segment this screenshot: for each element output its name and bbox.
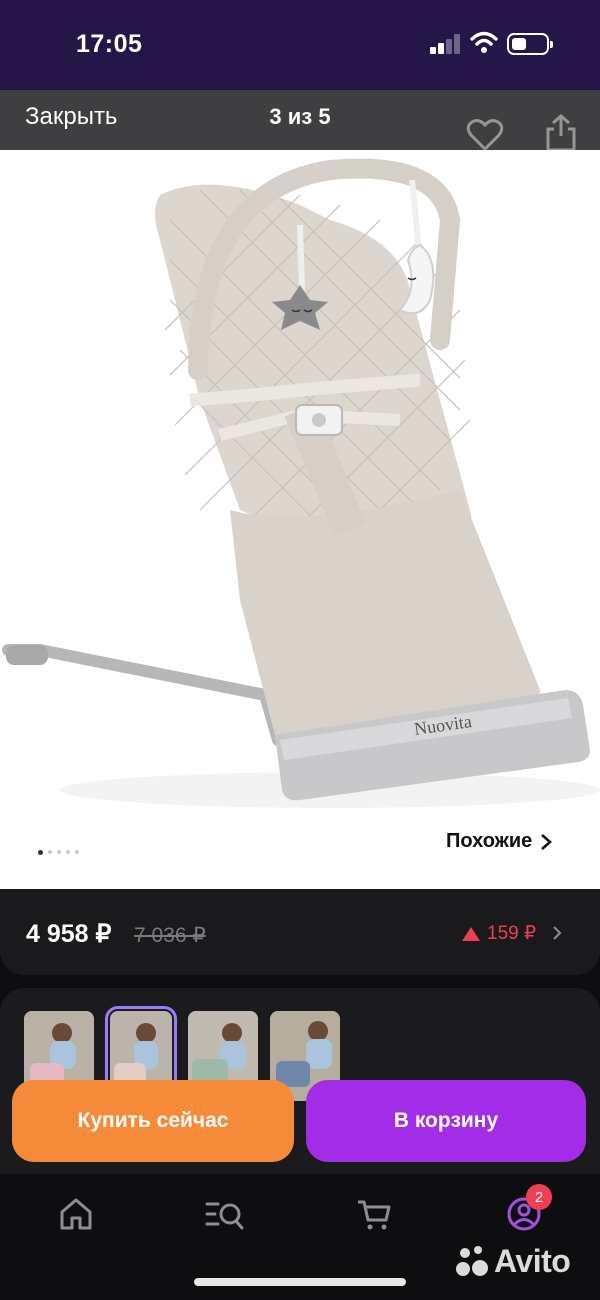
- home-icon[interactable]: [56, 1194, 96, 1234]
- carousel-dot: [38, 849, 43, 855]
- status-time: 17:05: [76, 30, 143, 58]
- similar-label: Похожие: [446, 830, 533, 852]
- avito-logo-icon: [452, 1242, 490, 1280]
- product-photo[interactable]: Nuovita: [0, 150, 600, 890]
- price-current: 4 958 ₽: [26, 920, 112, 948]
- avito-text: Avito: [494, 1242, 571, 1279]
- page-counter: 3 из 5: [269, 104, 331, 129]
- buy-now-button[interactable]: Купить сейчас: [12, 1080, 294, 1162]
- triangle-up-icon: [462, 926, 480, 941]
- bottom-nav: 2 Avito: [0, 1174, 600, 1300]
- wifi-icon: [470, 31, 498, 53]
- price-delta-value: 159 ₽: [487, 923, 537, 944]
- carousel-dots: [38, 849, 79, 855]
- carousel-dot: [57, 850, 61, 854]
- status-bar: 17:05: [0, 0, 600, 90]
- price-delta: 159 ₽: [462, 922, 536, 945]
- heart-icon[interactable]: [466, 118, 504, 152]
- home-indicator[interactable]: [194, 1278, 406, 1286]
- buy-panel: Купить сейчас В корзину: [0, 988, 600, 1174]
- price-old: 7 036 ₽: [134, 924, 206, 947]
- cart-icon[interactable]: [354, 1194, 394, 1234]
- share-icon[interactable]: [544, 114, 578, 152]
- battery-icon: [507, 33, 553, 55]
- add-to-cart-button[interactable]: В корзину: [306, 1080, 586, 1162]
- notification-badge: 2: [526, 1184, 552, 1210]
- viewer-header: Закрыть 3 из 5: [0, 90, 600, 152]
- catalog-search-icon[interactable]: [204, 1194, 244, 1234]
- chevron-right-icon: [541, 833, 553, 850]
- product-photo-area[interactable]: Nuovita Похожие: [0, 150, 600, 890]
- price-card[interactable]: 4 958 ₽ 7 036 ₽ 159 ₽: [0, 889, 600, 975]
- avito-watermark: Avito: [452, 1242, 571, 1280]
- carousel-dot: [66, 850, 70, 854]
- signal-icon: [430, 34, 462, 54]
- carousel-dot: [48, 850, 52, 854]
- similar-link[interactable]: Похожие: [446, 830, 553, 853]
- chevron-right-icon[interactable]: [552, 925, 562, 941]
- carousel-dot: [75, 850, 79, 854]
